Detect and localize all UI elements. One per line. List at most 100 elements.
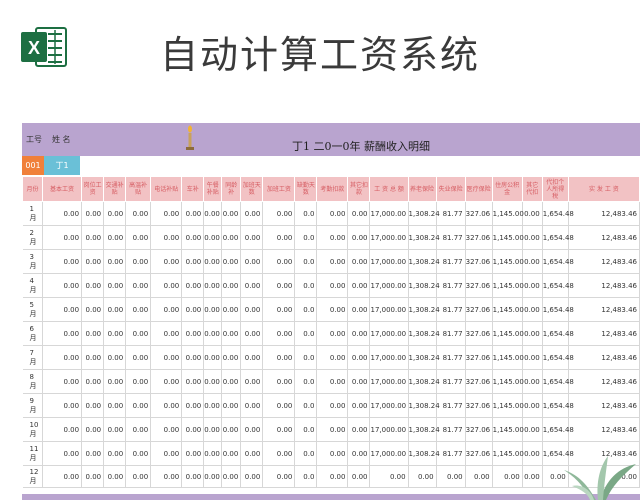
table-cell[interactable]: 0.00 — [240, 273, 264, 298]
table-cell[interactable]: 0.00 — [347, 345, 371, 370]
table-cell[interactable]: 0.00 — [81, 273, 105, 298]
table-cell[interactable]: 1,654.48 — [542, 225, 574, 250]
table-cell[interactable]: 0.00 — [181, 201, 205, 226]
table-cell[interactable]: 0.00 — [240, 465, 264, 488]
table-cell[interactable]: 0.00 — [103, 249, 127, 274]
table-cell[interactable]: 0.00 — [42, 201, 83, 226]
table-cell[interactable]: 1,308.24 — [408, 441, 440, 466]
table-cell[interactable]: 81.77 — [436, 417, 466, 442]
table-cell[interactable]: 1,308.24 — [408, 417, 440, 442]
column-header[interactable]: 同龄补 — [221, 176, 242, 202]
table-cell[interactable]: 0.00 — [262, 393, 296, 418]
column-header[interactable]: 养老保险 — [407, 176, 437, 202]
table-cell[interactable]: 0.00 — [240, 393, 264, 418]
table-cell[interactable]: 12,483.46 — [568, 417, 640, 442]
table-cell[interactable]: 0.00 — [316, 441, 349, 466]
table-cell[interactable]: 0.00 — [522, 345, 543, 370]
table-cell[interactable]: 0.00 — [81, 441, 105, 466]
month-cell[interactable]: 10月 — [22, 417, 44, 442]
table-cell[interactable]: 0.00 — [203, 465, 223, 488]
table-cell[interactable]: 0.00 — [125, 393, 152, 418]
table-cell[interactable]: 0.00 — [347, 249, 371, 274]
table-cell[interactable]: 81.77 — [436, 297, 466, 322]
table-cell[interactable]: 0.00 — [262, 441, 296, 466]
table-cell[interactable]: 0.00 — [522, 273, 543, 298]
table-cell[interactable]: 0.0 — [294, 201, 318, 226]
table-cell[interactable]: 0.00 — [316, 297, 349, 322]
table-cell[interactable]: 0.00 — [240, 441, 264, 466]
table-cell[interactable]: 1,654.48 — [542, 201, 574, 226]
table-cell[interactable]: 1,654.48 — [542, 321, 574, 346]
table-cell[interactable]: 0.00 — [125, 345, 152, 370]
table-cell[interactable]: 0.00 — [103, 297, 127, 322]
month-cell[interactable]: 3月 — [22, 249, 44, 274]
table-cell[interactable]: 0.00 — [150, 297, 183, 322]
table-cell[interactable]: 0.00 — [181, 273, 205, 298]
table-cell[interactable]: 0.00 — [522, 393, 543, 418]
table-cell[interactable]: 0.00 — [125, 297, 152, 322]
table-cell[interactable]: 81.77 — [436, 201, 466, 226]
table-cell[interactable]: 0.00 — [262, 273, 296, 298]
table-cell[interactable]: 1,308.24 — [408, 369, 440, 394]
table-cell[interactable]: 0.00 — [221, 225, 242, 250]
table-cell[interactable]: 12,483.46 — [568, 225, 640, 250]
table-cell[interactable]: 0.00 — [522, 321, 543, 346]
table-cell[interactable]: 327.06 — [465, 297, 493, 322]
table-cell[interactable]: 0.00 — [181, 465, 205, 488]
table-cell[interactable]: 0.00 — [125, 249, 152, 274]
table-cell[interactable]: 0.00 — [203, 273, 223, 298]
table-cell[interactable]: 0.00 — [203, 393, 223, 418]
table-cell[interactable]: 0.0 — [294, 249, 318, 274]
table-cell[interactable]: 0.00 — [150, 225, 183, 250]
table-cell[interactable]: 327.06 — [465, 201, 493, 226]
table-cell[interactable]: 0.00 — [81, 369, 105, 394]
table-cell[interactable]: 0.00 — [81, 249, 105, 274]
table-cell[interactable]: 0.00 — [181, 417, 205, 442]
column-header[interactable]: 考勤扣款 — [316, 176, 349, 202]
table-cell[interactable]: 0.00 — [347, 225, 371, 250]
table-cell[interactable]: 0.00 — [42, 465, 83, 488]
table-cell[interactable]: 0.00 — [81, 201, 105, 226]
table-cell[interactable]: 0.00 — [221, 201, 242, 226]
table-cell[interactable]: 0.00 — [103, 321, 127, 346]
table-cell[interactable]: 81.77 — [436, 249, 466, 274]
table-cell[interactable]: 0.00 — [203, 249, 223, 274]
table-cell[interactable]: 1,308.24 — [408, 393, 440, 418]
table-cell[interactable]: 0.00 — [221, 249, 242, 274]
column-header[interactable]: 其它扣款 — [347, 176, 371, 202]
table-cell[interactable]: 17,000.00 — [369, 273, 409, 298]
table-cell[interactable]: 0.00 — [42, 369, 83, 394]
table-cell[interactable]: 0.00 — [150, 345, 183, 370]
table-cell[interactable]: 0.00 — [522, 225, 543, 250]
table-cell[interactable]: 17,000.00 — [369, 225, 409, 250]
table-cell[interactable]: 0.00 — [81, 321, 105, 346]
table-cell[interactable]: 0.00 — [181, 393, 205, 418]
column-header[interactable]: 电话补贴 — [150, 176, 183, 202]
month-cell[interactable]: 6月 — [22, 321, 44, 346]
table-cell[interactable]: 17,000.00 — [369, 249, 409, 274]
table-cell[interactable]: 0.00 — [181, 297, 205, 322]
table-cell[interactable]: 17,000.00 — [369, 441, 409, 466]
table-cell[interactable]: 1,308.24 — [408, 201, 440, 226]
table-cell[interactable]: 0.0 — [294, 321, 318, 346]
table-cell[interactable]: 12,483.46 — [568, 393, 640, 418]
table-cell[interactable]: 0.00 — [347, 297, 371, 322]
table-cell[interactable]: 0.00 — [492, 465, 523, 488]
table-cell[interactable]: 81.77 — [436, 225, 466, 250]
table-cell[interactable]: 0.00 — [221, 393, 242, 418]
table-cell[interactable]: 0.00 — [522, 465, 543, 488]
table-cell[interactable]: 327.06 — [465, 225, 493, 250]
table-cell[interactable]: 17,000.00 — [369, 297, 409, 322]
table-cell[interactable]: 0.0 — [294, 465, 318, 488]
table-cell[interactable]: 0.00 — [150, 369, 183, 394]
table-cell[interactable]: 0.00 — [103, 273, 127, 298]
table-cell[interactable]: 81.77 — [436, 345, 466, 370]
month-cell[interactable]: 11月 — [22, 441, 44, 466]
table-cell[interactable]: 0.00 — [103, 225, 127, 250]
table-cell[interactable]: 327.06 — [465, 393, 493, 418]
column-header[interactable]: 住房公积金 — [491, 176, 523, 202]
table-cell[interactable]: 0.00 — [240, 321, 264, 346]
month-cell[interactable]: 5月 — [22, 297, 44, 322]
table-cell[interactable]: 0.00 — [181, 345, 205, 370]
table-cell[interactable]: 0.00 — [369, 465, 409, 488]
